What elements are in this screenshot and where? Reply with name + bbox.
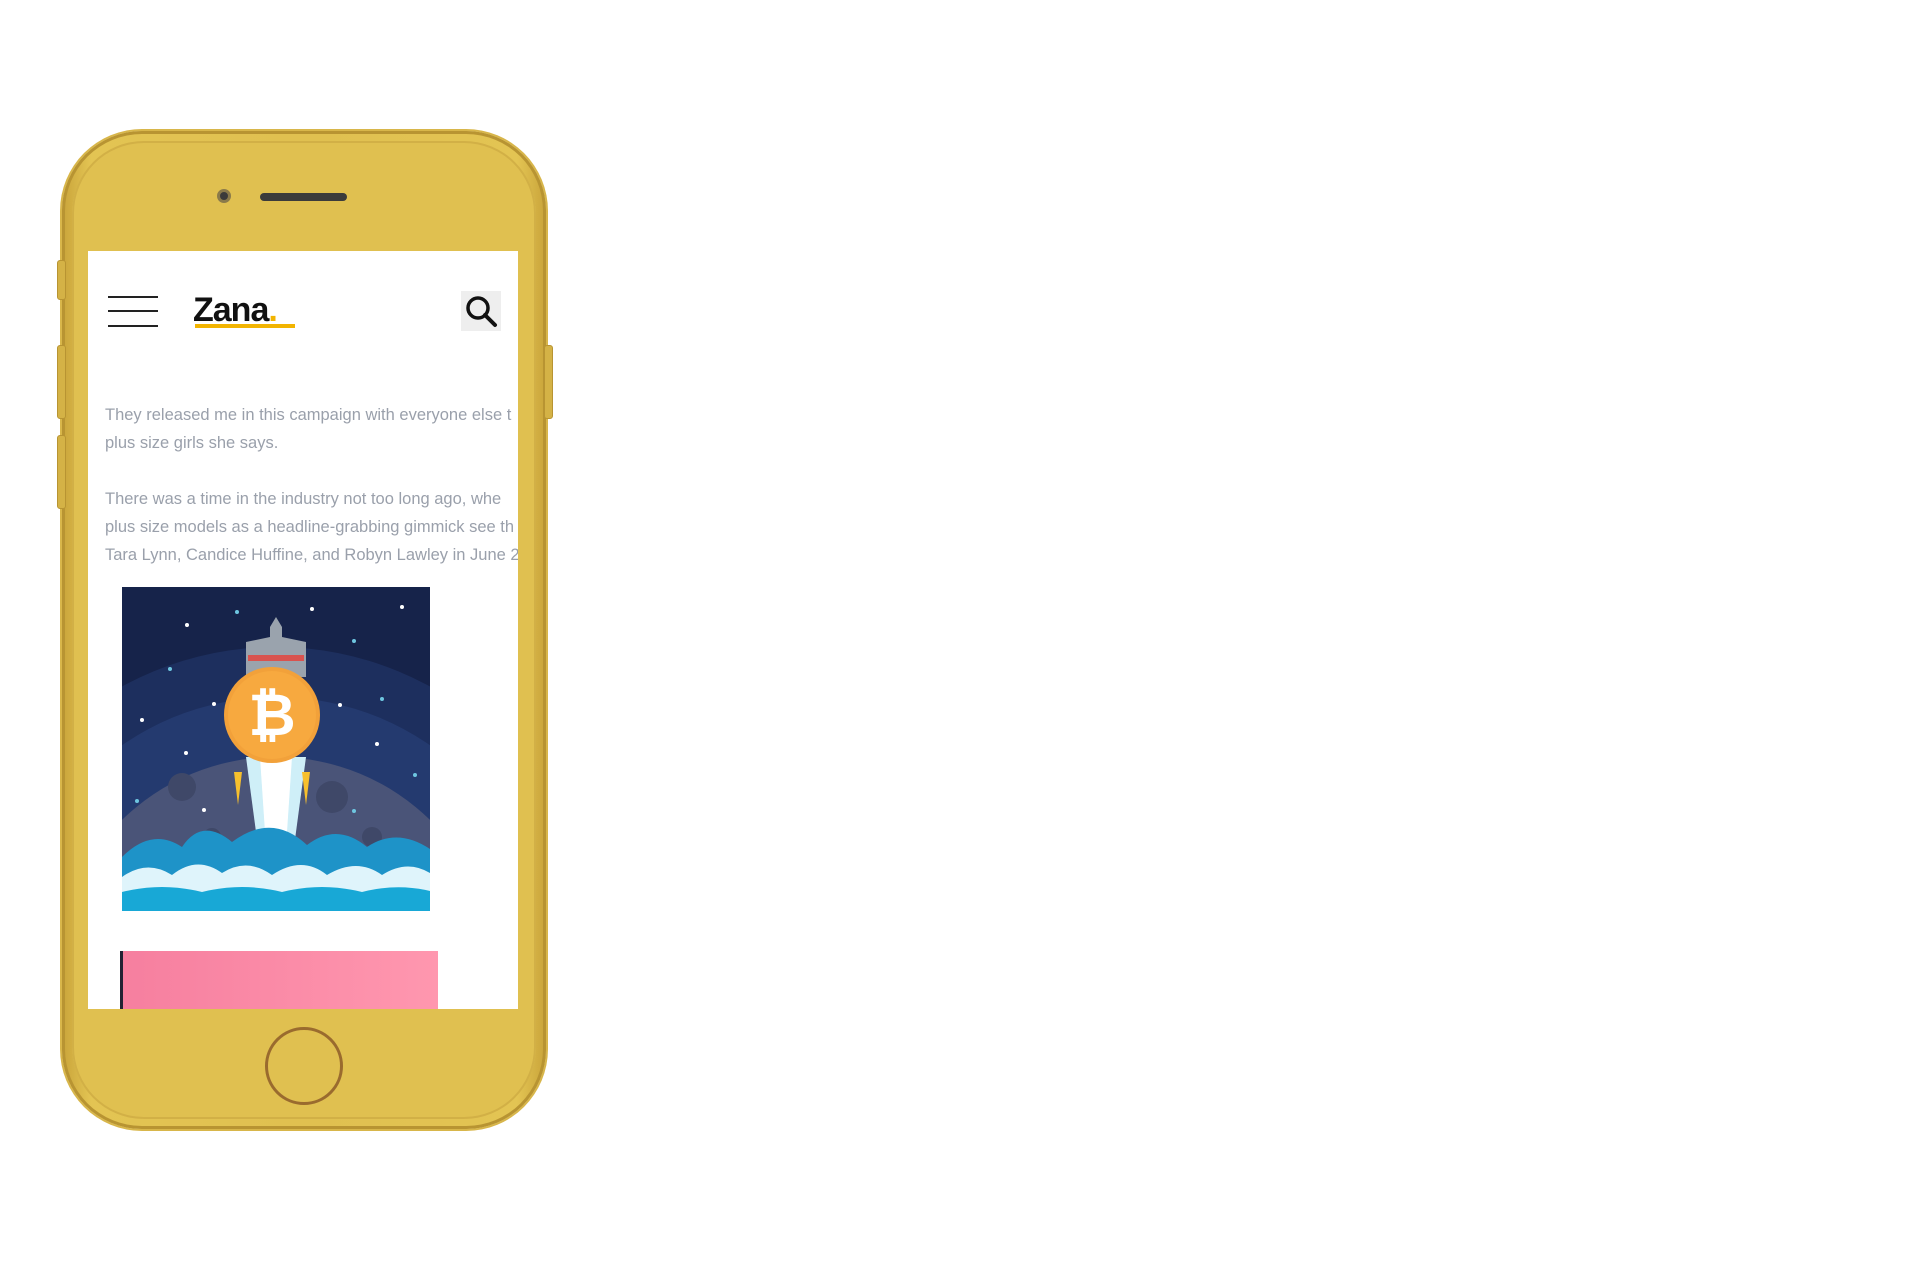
- article-paragraph-1: They released me in this campaign with e…: [105, 401, 518, 457]
- paragraph-line: plus size girls she says.: [105, 434, 279, 452]
- pink-promo-image: [120, 951, 438, 1009]
- search-icon: [466, 296, 497, 327]
- logo-underline: [195, 324, 295, 328]
- article-body: They released me in this campaign with e…: [105, 401, 518, 597]
- paragraph-line: plus size models as a headline-grabbing …: [105, 518, 515, 536]
- bitcoin-rocket-image: ₿: [122, 587, 430, 911]
- earpiece-speaker: [260, 193, 347, 201]
- phone-mute-switch: [57, 260, 66, 300]
- front-camera-icon: [217, 189, 231, 203]
- phone-volume-up: [57, 345, 66, 419]
- paragraph-line: Tara Lynn, Candice Huffine, and Robyn La…: [105, 546, 518, 564]
- paragraph-line: There was a time in the industry not too…: [105, 490, 502, 508]
- phone-power-button: [544, 345, 553, 419]
- home-button[interactable]: [265, 1027, 343, 1105]
- phone-screen: Zana. They released me in this campaign …: [88, 251, 518, 1009]
- phone-volume-down: [57, 435, 66, 509]
- search-button[interactable]: [461, 291, 501, 331]
- bitcoin-symbol-icon: ₿: [248, 681, 295, 749]
- hamburger-menu-icon[interactable]: [108, 294, 160, 328]
- paragraph-line: They released me in this campaign with e…: [105, 406, 512, 424]
- article-paragraph-2: There was a time in the industry not too…: [105, 485, 518, 569]
